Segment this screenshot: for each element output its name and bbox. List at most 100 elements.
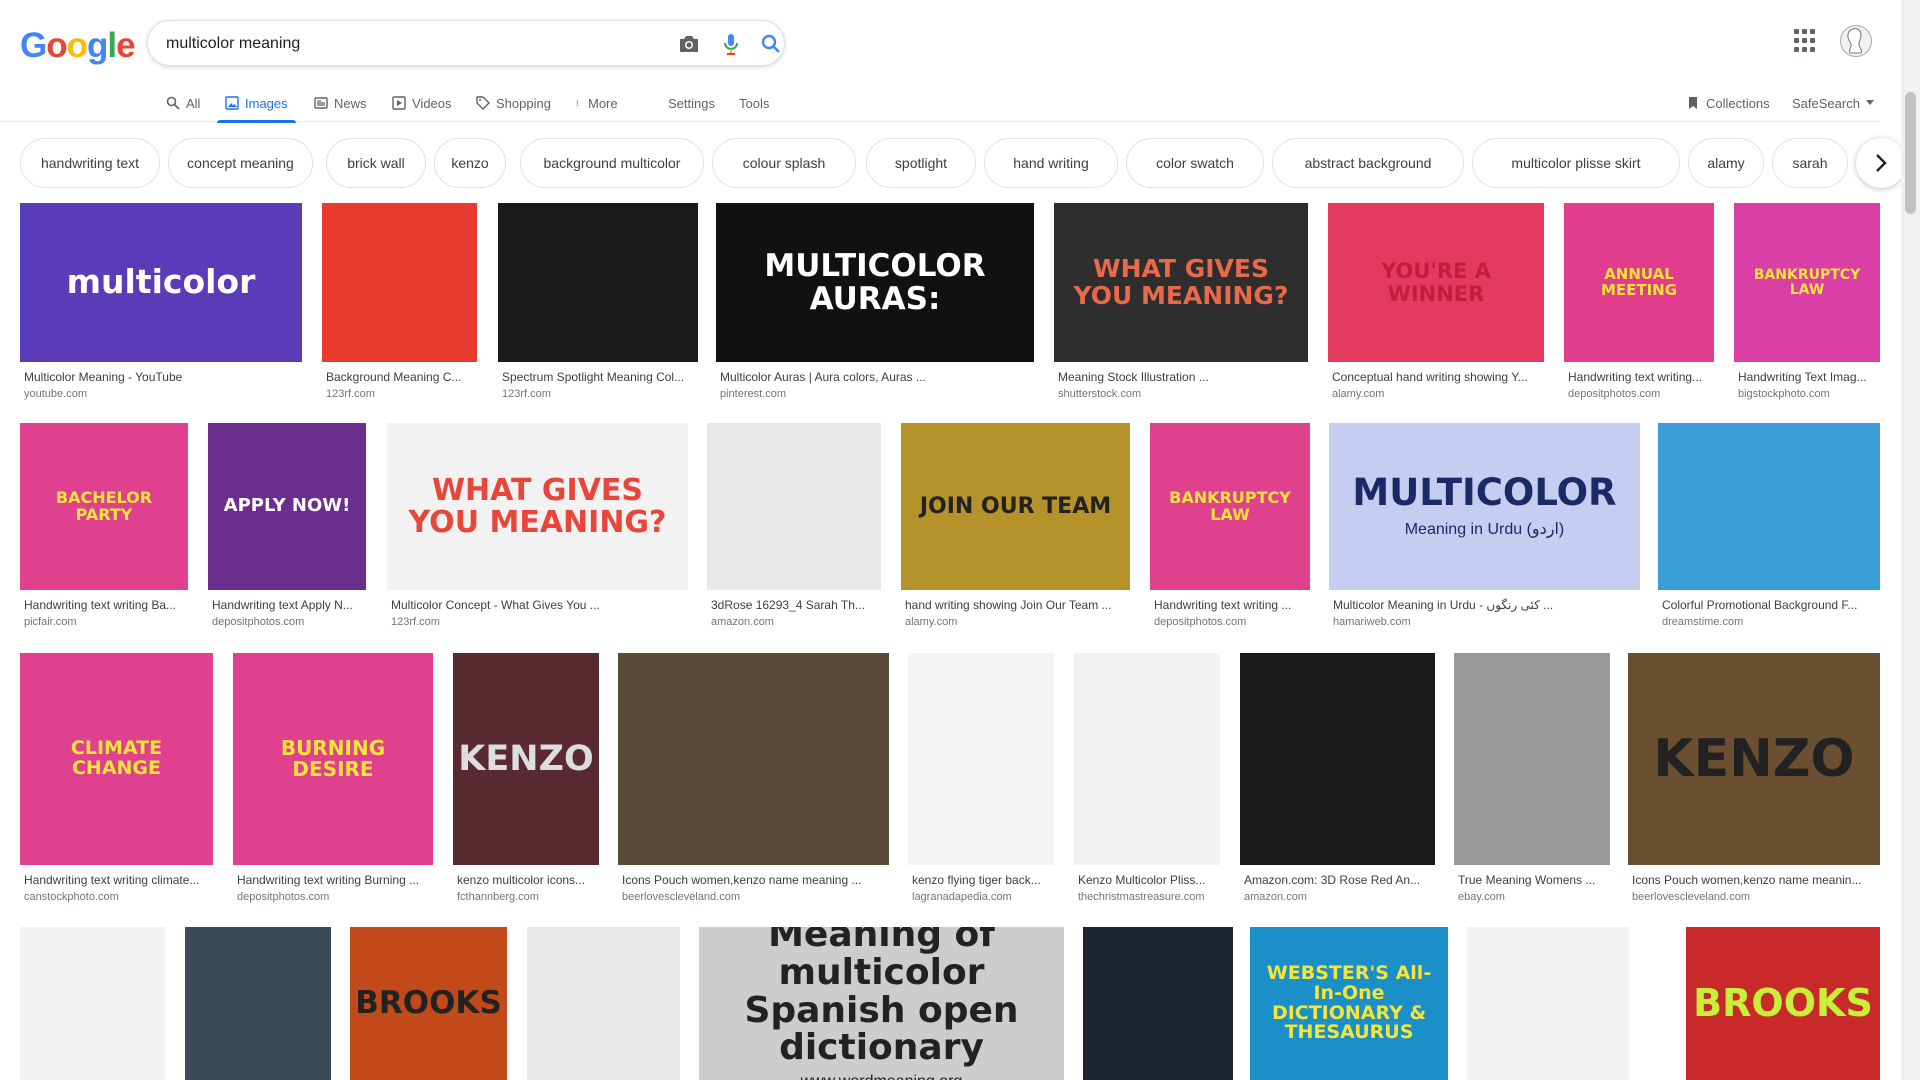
result-thumbnail[interactable]	[498, 203, 698, 362]
image-result[interactable]: Icons Pouch women,kenzo name meaning ...…	[618, 653, 889, 909]
result-source[interactable]: 123rf.com	[502, 388, 694, 400]
result-title[interactable]: Handwriting text writing climate...	[24, 873, 209, 887]
result-source[interactable]: depositphotos.com	[1154, 616, 1306, 628]
image-result[interactable]: KENZO kenzo multicolor icons... fcthannber…	[453, 653, 599, 909]
image-result[interactable]: CLIMATE CHANGE Handwriting text writing c…	[20, 653, 213, 909]
image-result[interactable]: kenzo flying tiger back... lagranadapedia…	[908, 653, 1054, 909]
image-result[interactable]: KENZO Icons Pouch women,kenzo name meanin…	[1628, 653, 1880, 909]
result-title[interactable]: 3dRose 16293_4 Sarah Th...	[711, 598, 877, 612]
result-thumbnail[interactable]: BURNING DESIRE	[233, 653, 433, 865]
chip-multicolor-plisse-skirt[interactable]: multicolor plisse skirt	[1472, 138, 1680, 188]
result-thumbnail[interactable]: ANNUAL MEETING	[1564, 203, 1714, 362]
result-title[interactable]: Multicolor Concept - What Gives You ...	[391, 598, 684, 612]
image-result[interactable]: WHAT GIVES YOU MEANING? Meaning Stock Ill…	[1054, 203, 1308, 406]
tab-shopping[interactable]: Shopping	[476, 84, 551, 122]
result-thumbnail[interactable]	[618, 653, 889, 865]
result-source[interactable]: beerlovescleveland.com	[622, 891, 885, 903]
result-title[interactable]: kenzo multicolor icons...	[457, 873, 595, 887]
image-result[interactable]	[527, 927, 680, 1080]
image-result[interactable]: JOIN OUR TEAM hand writing showing Join O…	[901, 423, 1130, 634]
result-source[interactable]: canstockphoto.com	[24, 891, 209, 903]
image-result[interactable]: BACHELOR PARTY Handwriting text writing B…	[20, 423, 188, 634]
safesearch-dropdown[interactable]: SafeSearch	[1792, 84, 1874, 122]
result-thumbnail[interactable]: WEBSTER'S All-In-One DICTIONARY & THESAU…	[1250, 927, 1448, 1080]
result-thumbnail[interactable]: multicolor	[20, 203, 302, 362]
result-title[interactable]: Icons Pouch women,kenzo name meaning ...	[622, 873, 885, 887]
result-thumbnail[interactable]	[1083, 927, 1233, 1080]
result-title[interactable]: Multicolor Meaning in Urdu - کئی رنگوں .…	[1333, 598, 1636, 612]
result-thumbnail[interactable]	[1454, 653, 1610, 865]
result-thumbnail[interactable]	[1074, 653, 1220, 865]
chip-sarah[interactable]: sarah	[1772, 138, 1848, 188]
result-title[interactable]: Amazon.com: 3D Rose Red An...	[1244, 873, 1431, 887]
result-title[interactable]: Multicolor Meaning - YouTube	[24, 370, 298, 384]
result-thumbnail[interactable]: BROOKS	[350, 927, 507, 1080]
image-result[interactable]: APPLY NOW! Handwriting text Apply N... dep…	[208, 423, 366, 634]
result-title[interactable]: Handwriting text Apply N...	[212, 598, 362, 612]
chip-abstract-background[interactable]: abstract background	[1272, 138, 1464, 188]
result-thumbnail[interactable]: APPLY NOW!	[208, 423, 366, 590]
tab-tools[interactable]: Tools	[739, 84, 769, 122]
camera-icon[interactable]	[676, 31, 702, 57]
search-icon[interactable]	[758, 31, 784, 57]
result-source[interactable]: hamariweb.com	[1333, 616, 1636, 628]
result-title[interactable]: hand writing showing Join Our Team ...	[905, 598, 1126, 612]
result-source[interactable]: 123rf.com	[326, 388, 473, 400]
result-title[interactable]: kenzo flying tiger back...	[912, 873, 1050, 887]
image-result[interactable]: Kenzo Multicolor Pliss... thechristmastre…	[1074, 653, 1220, 909]
chip-concept-meaning[interactable]: concept meaning	[168, 138, 313, 188]
result-source[interactable]: amazon.com	[1244, 891, 1431, 903]
avatar[interactable]	[1840, 25, 1872, 57]
result-thumbnail[interactable]: MULTICOLOR AURAS:	[716, 203, 1034, 362]
result-source[interactable]: bigstockphoto.com	[1738, 388, 1876, 400]
tab-images[interactable]: Images	[217, 84, 296, 123]
image-result[interactable]: 3dRose 16293_4 Sarah Th... amazon.com	[707, 423, 881, 634]
image-result[interactable]	[185, 927, 331, 1080]
result-source[interactable]: amazon.com	[711, 616, 877, 628]
result-source[interactable]: fcthannberg.com	[457, 891, 595, 903]
chip-spotlight[interactable]: spotlight	[866, 138, 976, 188]
result-thumbnail[interactable]: CLIMATE CHANGE	[20, 653, 213, 865]
chip-handwriting-text[interactable]: handwriting text	[20, 138, 160, 188]
result-title[interactable]: Spectrum Spotlight Meaning Col...	[502, 370, 694, 384]
result-source[interactable]: ebay.com	[1458, 891, 1606, 903]
result-title[interactable]: Conceptual hand writing showing Y...	[1332, 370, 1540, 384]
image-result[interactable]: BURNING DESIRE Handwriting text writing B…	[233, 653, 433, 909]
image-result[interactable]	[1083, 927, 1233, 1080]
result-thumbnail[interactable]: KENZO	[1628, 653, 1880, 865]
image-result[interactable]: MULTICOLOR AURAS: Multicolor Auras | Aura…	[716, 203, 1034, 406]
result-title[interactable]: Background Meaning C...	[326, 370, 473, 384]
image-result[interactable]: True Meaning Womens ... ebay.com	[1454, 653, 1610, 909]
chip-kenzo[interactable]: kenzo	[434, 138, 506, 188]
image-result[interactable]	[1467, 927, 1629, 1080]
image-result[interactable]	[20, 927, 165, 1080]
chip-background-multicolor[interactable]: background multicolor	[520, 138, 704, 188]
scrollbar[interactable]	[1901, 0, 1920, 1080]
result-thumbnail[interactable]: BANKRUPTCY LAW	[1734, 203, 1880, 362]
collections-link[interactable]: Collections	[1686, 84, 1770, 122]
result-source[interactable]: beerlovescleveland.com	[1632, 891, 1876, 903]
result-source[interactable]: depositphotos.com	[212, 616, 362, 628]
result-title[interactable]: True Meaning Womens ...	[1458, 873, 1606, 887]
result-title[interactable]: Handwriting text writing Burning ...	[237, 873, 429, 887]
result-thumbnail[interactable]: BROOKS	[1686, 927, 1880, 1080]
result-source[interactable]: 123rf.com	[391, 616, 684, 628]
result-thumbnail[interactable]: BACHELOR PARTY	[20, 423, 188, 590]
result-source[interactable]: depositphotos.com	[237, 891, 429, 903]
result-thumbnail[interactable]: JOIN OUR TEAM	[901, 423, 1130, 590]
result-thumbnail[interactable]: YOU'RE A WINNER	[1328, 203, 1544, 362]
mic-icon[interactable]	[718, 31, 744, 57]
result-title[interactable]: Icons Pouch women,kenzo name meanin...	[1632, 873, 1876, 887]
result-title[interactable]: Colorful Promotional Background F...	[1662, 598, 1876, 612]
result-source[interactable]: pinterest.com	[720, 388, 1030, 400]
tab-news[interactable]: News	[314, 84, 367, 122]
result-title[interactable]: Handwriting text writing...	[1568, 370, 1710, 384]
image-result[interactable]: Amazon.com: 3D Rose Red An... amazon.com	[1240, 653, 1435, 909]
result-thumbnail[interactable]: Meaning of multicolor Spanish open dicti…	[699, 927, 1064, 1080]
result-thumbnail[interactable]	[1240, 653, 1435, 865]
result-title[interactable]: Multicolor Auras | Aura colors, Auras ..…	[720, 370, 1030, 384]
result-title[interactable]: Handwriting text writing Ba...	[24, 598, 184, 612]
image-result[interactable]: YOU'RE A WINNER Conceptual hand writing s…	[1328, 203, 1544, 406]
image-result[interactable]: WHAT GIVES YOU MEANING? Multicolor Concep…	[387, 423, 688, 634]
result-source[interactable]: alamy.com	[1332, 388, 1540, 400]
